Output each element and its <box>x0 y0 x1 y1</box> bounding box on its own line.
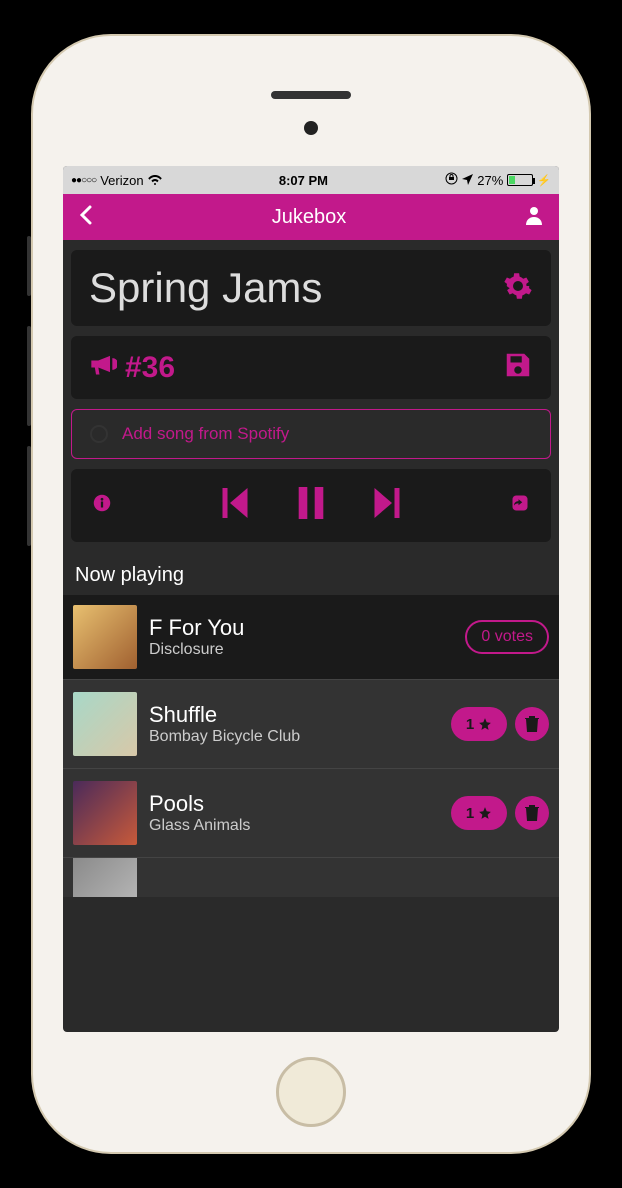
album-art <box>73 692 137 756</box>
location-icon <box>462 173 473 188</box>
vote-button[interactable]: 1 <box>451 796 507 830</box>
info-button[interactable] <box>93 494 111 517</box>
playlist-header-card: Spring Jams <box>71 250 551 326</box>
queue-track-title: Pools <box>149 791 439 817</box>
wifi-icon <box>148 173 162 188</box>
previous-button[interactable] <box>222 488 248 523</box>
add-song-label: Add song from Spotify <box>122 424 289 444</box>
playlist-title: Spring Jams <box>89 264 322 312</box>
now-playing-label: Now playing <box>63 552 559 595</box>
now-playing-artist: Disclosure <box>149 641 453 659</box>
delete-button[interactable] <box>515 796 549 830</box>
queue-row[interactable]: Shuffle Bombay Bicycle Club 1 <box>63 679 559 768</box>
room-number: #36 <box>125 351 175 385</box>
app-header: Jukebox <box>63 194 559 240</box>
phone-speaker <box>271 91 351 99</box>
charging-icon: ⚡ <box>537 174 551 187</box>
save-button[interactable] <box>503 350 533 385</box>
queue-row[interactable]: Pools Glass Animals 1 <box>63 768 559 857</box>
star-icon <box>478 717 492 731</box>
add-song-button[interactable]: Add song from Spotify <box>71 409 551 459</box>
signal-dots-icon: ●●○○○ <box>71 175 96 186</box>
delete-button[interactable] <box>515 707 549 741</box>
vote-button[interactable]: 1 <box>451 707 507 741</box>
queue-track-artist: Bombay Bicycle Club <box>149 728 439 746</box>
room-card: #36 <box>71 336 551 399</box>
queue-track-artist: Glass Animals <box>149 817 439 835</box>
vote-count-pill[interactable]: 0 votes <box>465 620 549 654</box>
queue-track-title: Shuffle <box>149 702 439 728</box>
battery-icon <box>507 174 533 186</box>
spotify-icon <box>90 425 108 443</box>
trash-icon <box>525 805 539 821</box>
settings-button[interactable] <box>503 271 533 306</box>
album-art <box>73 781 137 845</box>
now-playing-row[interactable]: F For You Disclosure 0 votes <box>63 595 559 679</box>
now-playing-title: F For You <box>149 615 453 641</box>
back-button[interactable] <box>79 205 93 230</box>
carrier-label: Verizon <box>100 173 143 188</box>
status-bar: ●●○○○ Verizon 8:07 PM 27% ⚡ <box>63 166 559 194</box>
next-button[interactable] <box>374 488 400 523</box>
page-title: Jukebox <box>272 206 347 229</box>
home-button[interactable] <box>276 1057 346 1127</box>
battery-pct-label: 27% <box>477 173 503 188</box>
trash-icon <box>525 716 539 732</box>
star-icon <box>478 806 492 820</box>
megaphone-icon <box>89 351 117 385</box>
profile-button[interactable] <box>525 205 543 230</box>
orientation-lock-icon <box>445 172 458 188</box>
queue-row[interactable] <box>63 857 559 897</box>
album-art <box>73 605 137 669</box>
screen: ●●○○○ Verizon 8:07 PM 27% ⚡ <box>63 166 559 1032</box>
share-button[interactable] <box>511 494 529 517</box>
playback-controls <box>71 469 551 542</box>
phone-camera <box>304 121 318 135</box>
album-art <box>73 857 137 897</box>
clock-label: 8:07 PM <box>279 173 328 188</box>
pause-button[interactable] <box>298 487 324 524</box>
phone-frame: ●●○○○ Verizon 8:07 PM 27% ⚡ <box>31 34 591 1154</box>
